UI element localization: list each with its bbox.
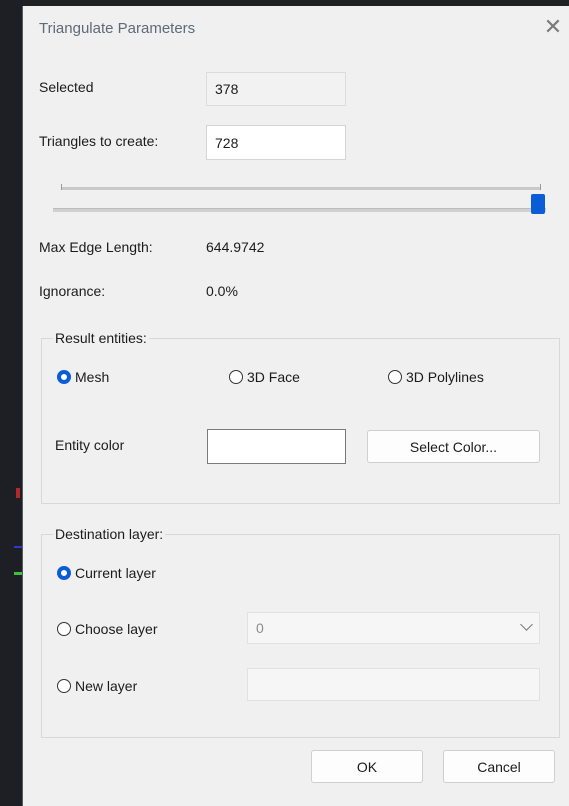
- selected-label: Selected: [39, 79, 94, 95]
- canvas-mark-red: [16, 488, 20, 498]
- radio-3d-polylines[interactable]: 3D Polylines: [388, 369, 484, 385]
- choose-layer-value: 0: [256, 620, 264, 636]
- max-edge-value: 644.9742: [206, 239, 265, 255]
- radio-choose-layer-label: Choose layer: [75, 621, 158, 637]
- close-icon[interactable]: ✕: [542, 16, 564, 38]
- canvas-mark-blue: [14, 546, 22, 548]
- dialog-title: Triangulate Parameters: [39, 20, 196, 37]
- choose-layer-select[interactable]: 0: [247, 612, 540, 644]
- slider-track: [53, 208, 546, 212]
- slider-thumb[interactable]: [531, 194, 545, 214]
- radio-current-layer[interactable]: Current layer: [57, 565, 156, 581]
- entity-color-label: Entity color: [55, 437, 125, 453]
- destination-layer-title: Destination layer:: [53, 526, 166, 542]
- max-edge-label: Max Edge Length:: [39, 239, 153, 255]
- triangles-value: 728: [215, 134, 239, 151]
- selected-field: 378: [206, 72, 346, 106]
- radio-mesh-label: Mesh: [75, 369, 110, 385]
- ok-button[interactable]: OK: [311, 750, 423, 783]
- radio-3d-face[interactable]: 3D Face: [229, 369, 300, 385]
- triangles-label: Triangles to create:: [39, 133, 159, 149]
- result-entities-group: [41, 338, 560, 504]
- entity-color-swatch[interactable]: [207, 429, 346, 464]
- slider-tick-track: [61, 187, 541, 190]
- ignorance-label: Ignorance:: [39, 283, 106, 299]
- triangles-input[interactable]: 728: [206, 125, 346, 160]
- radio-current-layer-label: Current layer: [75, 565, 156, 581]
- radio-new-layer[interactable]: New layer: [57, 678, 137, 694]
- canvas-mark-green: [14, 572, 22, 575]
- ignorance-value: 0.0%: [206, 283, 238, 299]
- radio-new-layer-label: New layer: [75, 678, 138, 694]
- radio-3d-face-label: 3D Face: [247, 369, 300, 385]
- slider-tick-end: [540, 184, 541, 190]
- background-canvas: [0, 0, 22, 806]
- chevron-down-icon: [520, 618, 533, 631]
- new-layer-input[interactable]: [247, 668, 540, 701]
- select-color-button[interactable]: Select Color...: [367, 430, 540, 463]
- selected-value: 378: [215, 81, 239, 97]
- radio-new-layer-indicator: [57, 679, 71, 693]
- radio-mesh-indicator: [57, 370, 71, 384]
- radio-3d-face-indicator: [229, 370, 243, 384]
- radio-3d-polylines-label: 3D Polylines: [406, 369, 484, 385]
- radio-current-layer-indicator: [57, 566, 71, 580]
- radio-choose-layer-indicator: [57, 622, 71, 636]
- radio-mesh[interactable]: Mesh: [57, 369, 109, 385]
- radio-choose-layer[interactable]: Choose layer: [57, 621, 158, 637]
- cancel-button[interactable]: Cancel: [443, 750, 555, 783]
- radio-3d-polylines-indicator: [388, 370, 402, 384]
- result-entities-title: Result entities:: [53, 330, 149, 346]
- triangulate-dialog: Triangulate Parameters ✕ Selected 378 Tr…: [22, 6, 569, 806]
- slider-tick-start: [61, 184, 62, 190]
